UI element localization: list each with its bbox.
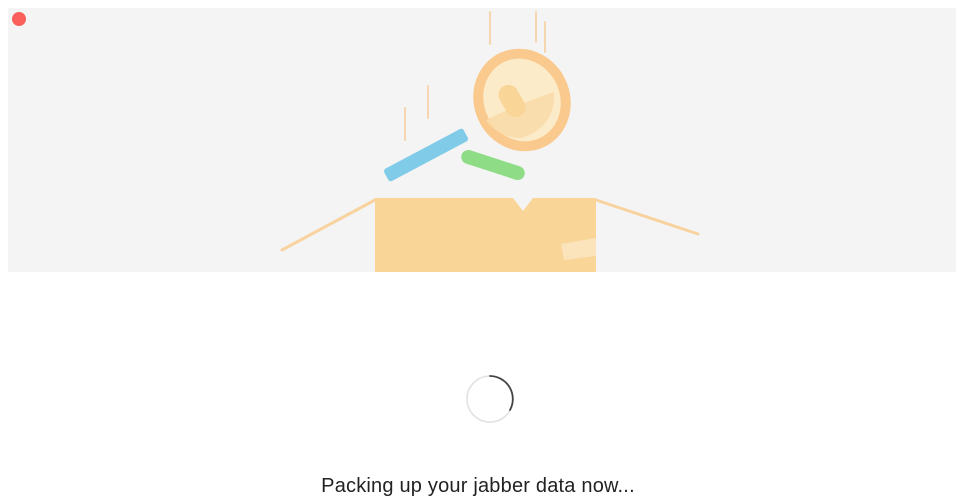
- blue-stick-graphic: [384, 128, 468, 182]
- app-window: Packing up your jabber data now...: [0, 0, 956, 498]
- green-stick-graphic: [461, 149, 525, 181]
- close-button[interactable]: [12, 12, 26, 26]
- status-message: Packing up your jabber data now...: [321, 475, 635, 497]
- box-flap-left: [280, 198, 377, 252]
- coin-graphic: [473, 48, 571, 152]
- packing-box-illustration: [280, 11, 700, 272]
- packing-illustration: [8, 8, 956, 272]
- box-graphic: [375, 198, 596, 272]
- loading-spinner-icon: [466, 375, 514, 423]
- box-flap-right: [594, 198, 700, 236]
